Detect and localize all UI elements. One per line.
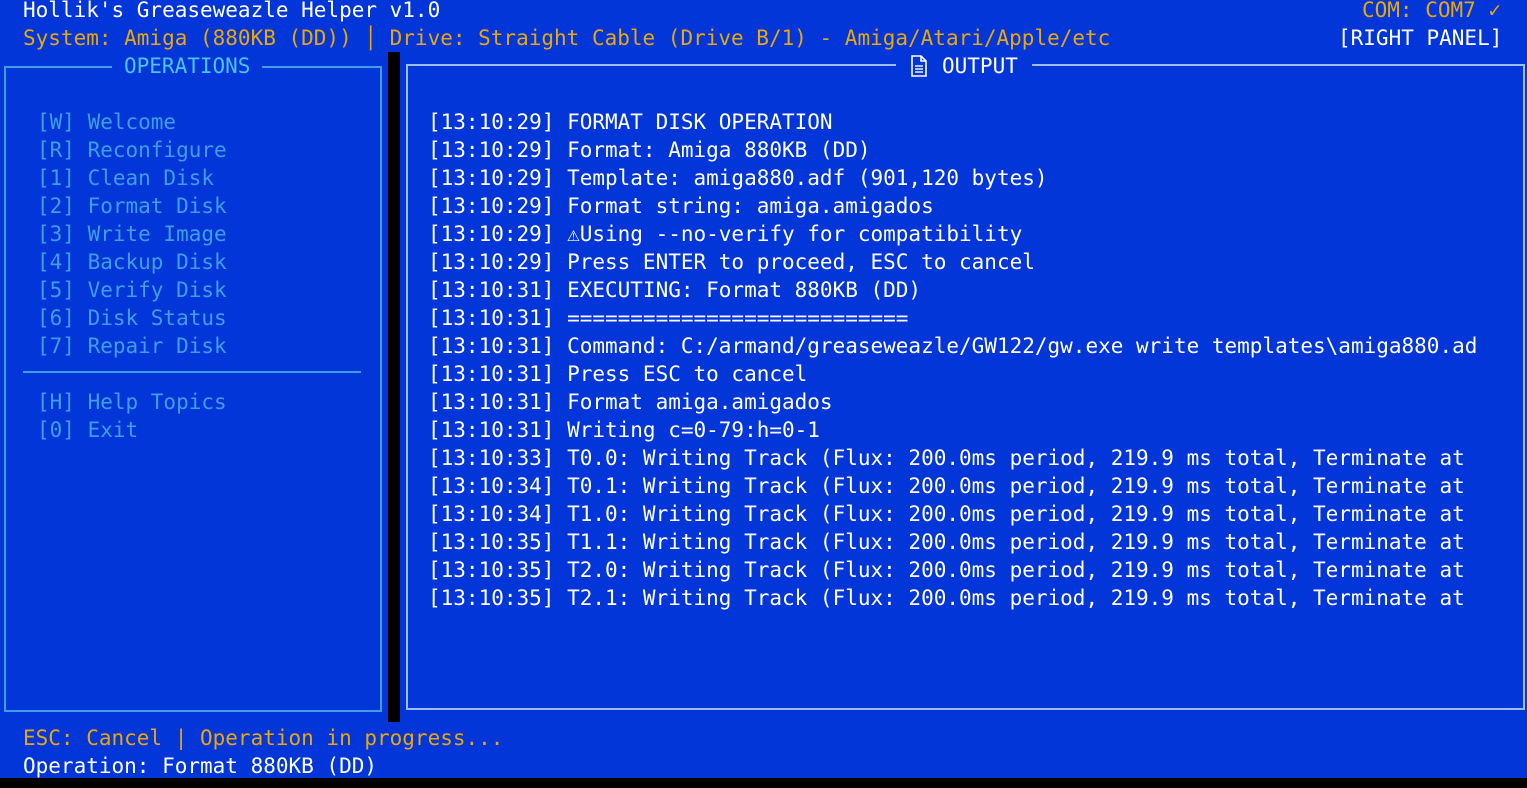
log-line: [13:10:35] T2.1: Writing Track (Flux: 20… — [428, 586, 1465, 610]
log-line: [13:10:29] Format string: amiga.amigados — [428, 194, 934, 218]
footer-operation: Operation: Format 880KB (DD) — [23, 754, 378, 778]
log-line: [13:10:31] Format amiga.amigados — [428, 390, 833, 414]
menu-item-clean-disk[interactable]: [1] Clean Disk — [37, 164, 214, 192]
menu-item-welcome[interactable]: [W] Welcome — [37, 108, 176, 136]
menu-item-verify-disk[interactable]: [5] Verify Disk — [37, 276, 227, 304]
panel-separator — [388, 52, 400, 722]
terminal-screen: Hollik's Greaseweazle Helper v1.0 COM: C… — [0, 0, 1527, 778]
app-title: Hollik's Greaseweazle Helper v1.0 — [23, 0, 441, 22]
menu-item-repair-disk[interactable]: [7] Repair Disk — [37, 332, 227, 360]
panel-indicator[interactable]: [RIGHT PANEL] — [1338, 24, 1502, 52]
log-line: [13:10:31] Press ESC to cancel — [428, 362, 808, 386]
menu-item-write-image[interactable]: [3] Write Image — [37, 220, 227, 248]
menu-item-disk-status[interactable]: [6] Disk Status — [37, 304, 227, 332]
operations-title: OPERATIONS — [112, 52, 263, 80]
log-line: [13:10:33] T0.0: Writing Track (Flux: 20… — [428, 446, 1465, 470]
system-drive-status: System: Amiga (880KB (DD)) │ Drive: Stra… — [23, 26, 1111, 50]
log-line: [13:10:34] T0.1: Writing Track (Flux: 20… — [428, 474, 1465, 498]
output-title-bar: OUTPUT — [896, 52, 1032, 80]
menu-divider — [23, 371, 361, 373]
log-line: [13:10:35] T1.1: Writing Track (Flux: 20… — [428, 530, 1465, 554]
log-line: [13:10:34] T1.0: Writing Track (Flux: 20… — [428, 502, 1465, 526]
log-line: [13:10:29] FORMAT DISK OPERATION — [428, 110, 833, 134]
document-icon — [911, 55, 927, 77]
log-line: [13:10:31] Writing c=0-79:h=0-1 — [428, 418, 820, 442]
log-line: [13:10:35] T2.0: Writing Track (Flux: 20… — [428, 558, 1465, 582]
menu-item-backup-disk[interactable]: [4] Backup Disk — [37, 248, 227, 276]
log-line: [13:10:29] Press ENTER to proceed, ESC t… — [428, 250, 1035, 274]
log-line: [13:10:31] =========================== — [428, 306, 909, 330]
log-line: [13:10:29] Format: Amiga 880KB (DD) — [428, 138, 871, 162]
output-title: OUTPUT — [942, 54, 1018, 78]
menu-item-help-topics[interactable]: [H] Help Topics — [37, 388, 227, 416]
menu-item-format-disk[interactable]: [2] Format Disk — [37, 192, 227, 220]
output-log[interactable]: [13:10:29] FORMAT DISK OPERATION [13:10:… — [428, 108, 1508, 700]
menu-item-reconfigure[interactable]: [R] Reconfigure — [37, 136, 227, 164]
com-port-status: COM: COM7 ✓ — [1362, 0, 1502, 22]
log-line: [13:10:31] Command: C:/armand/greaseweaz… — [428, 334, 1478, 358]
log-line-warning: [13:10:29] ⚠Using --no-verify for compat… — [428, 222, 1023, 246]
log-line: [13:10:29] Template: amiga880.adf (901,1… — [428, 166, 1048, 190]
menu-item-exit[interactable]: [0] Exit — [37, 416, 138, 444]
footer-hint: ESC: Cancel | Operation in progress... — [23, 726, 504, 750]
log-line: [13:10:31] EXECUTING: Format 880KB (DD) — [428, 278, 922, 302]
